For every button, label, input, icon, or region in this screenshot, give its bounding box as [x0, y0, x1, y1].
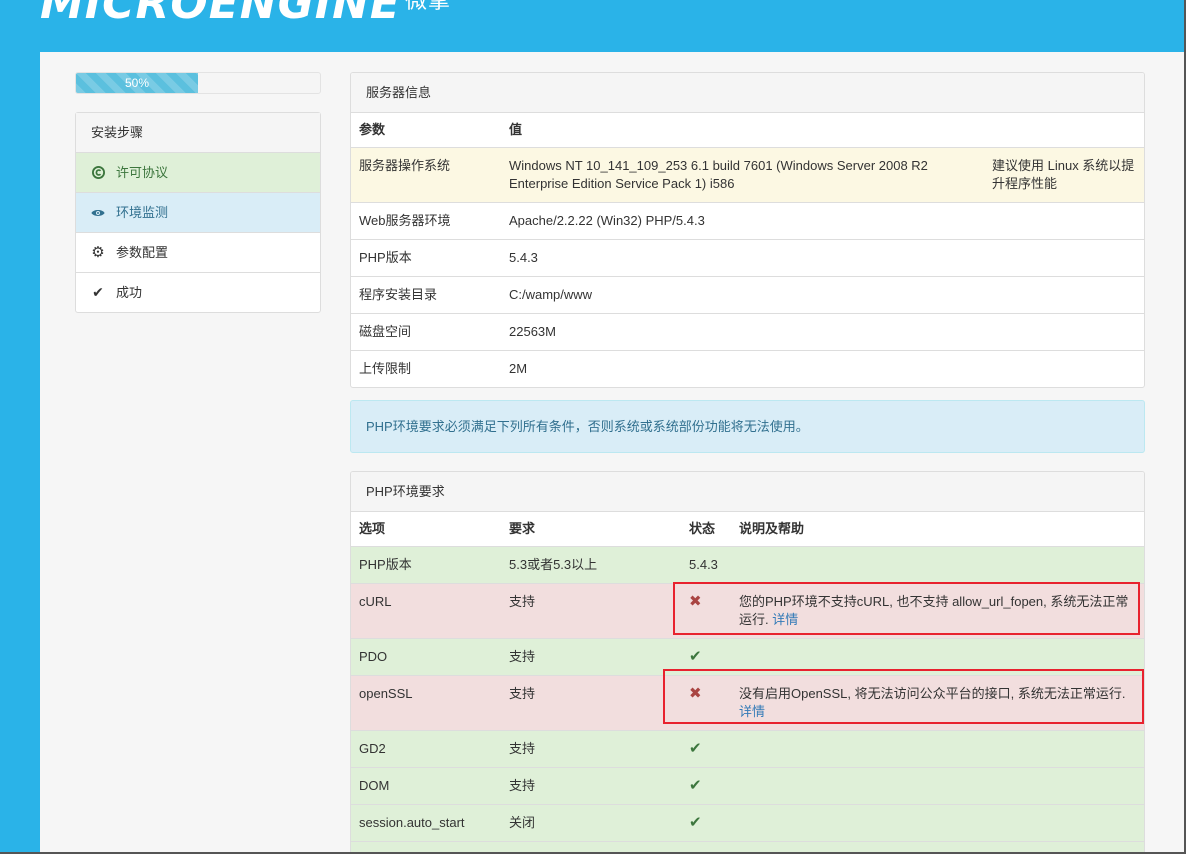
- value-cell: C:/wamp/www: [501, 276, 984, 314]
- table-row: Web服务器环境 Apache/2.2.22 (Win32) PHP/5.4.3: [351, 202, 1144, 240]
- server-info-panel: 服务器信息 参数 值 服务器操作系统 Windows NT 10_141_109…: [350, 72, 1145, 388]
- logo[interactable]: MICROENGINE微擎•••: [40, 0, 489, 29]
- note-cell: 建议使用 Linux 系统以提升程序性能: [984, 147, 1144, 203]
- progress-bar: 50%: [76, 73, 198, 93]
- help-cell: [731, 730, 1144, 768]
- main-content: 50% 安装步骤 许可协议 环境监测 ⚙ 参数配置 ✔ 成功 服务器信息 参数 …: [40, 52, 1184, 852]
- option-cell: PHP版本: [351, 546, 501, 584]
- col-help: 说明及帮助: [739, 521, 805, 536]
- table-row: PHP版本 5.4.3: [351, 239, 1144, 277]
- note-cell: [984, 202, 1144, 240]
- eye-icon: [91, 208, 105, 218]
- table-row: 关闭 ✔: [351, 841, 1144, 852]
- status-cell: ✔: [681, 730, 731, 768]
- requirement-cell: 支持: [501, 767, 681, 805]
- step-label: 许可协议: [116, 165, 169, 180]
- table-header: 参数 值: [351, 113, 1144, 148]
- note-cell: [984, 313, 1144, 351]
- note-cell: [984, 239, 1144, 277]
- check-icon: ✔: [689, 777, 702, 794]
- note-cell: [984, 350, 1144, 387]
- option-cell: GD2: [351, 730, 501, 768]
- col-param: 参数: [359, 122, 386, 137]
- gear-icon: ⚙: [91, 244, 105, 261]
- copyright-icon: [91, 166, 105, 179]
- requirement-cell: 关闭: [501, 804, 681, 842]
- param-cell: 程序安装目录: [351, 276, 501, 314]
- status-cell: ✔: [681, 804, 731, 842]
- logo-text: MICROENGINE: [40, 0, 401, 29]
- app-frame: MICROENGINE微擎••• 50% 安装步骤 许可协议 环境监测 ⚙ 参数…: [0, 0, 1186, 854]
- requirement-cell: 5.3或者5.3以上: [501, 546, 681, 584]
- table-row: GD2 支持 ✔: [351, 730, 1144, 768]
- requirement-cell: 关闭: [501, 841, 681, 852]
- check-icon: ✔: [689, 740, 702, 757]
- logo-cn: 微擎: [404, 0, 451, 14]
- server-info-title: 服务器信息: [351, 73, 1144, 113]
- steps-title: 安装步骤: [76, 113, 320, 153]
- install-steps: 安装步骤 许可协议 环境监测 ⚙ 参数配置 ✔ 成功: [75, 112, 321, 313]
- value-cell: 22563M: [501, 313, 984, 351]
- param-cell: PHP版本: [351, 239, 501, 277]
- col-status: 状态: [689, 521, 716, 536]
- step-success[interactable]: ✔ 成功: [76, 273, 320, 312]
- col-requirement: 要求: [509, 521, 536, 536]
- table-row: 服务器操作系统 Windows NT 10_141_109_253 6.1 bu…: [351, 147, 1144, 203]
- requirement-cell: 支持: [501, 675, 681, 731]
- requirement-cell: 支持: [501, 730, 681, 768]
- param-cell: 服务器操作系统: [351, 147, 501, 203]
- table-row: DOM 支持 ✔: [351, 767, 1144, 805]
- param-cell: 磁盘空间: [351, 313, 501, 351]
- status-cell: ✔: [681, 767, 731, 805]
- install-progress: 50%: [75, 72, 321, 94]
- step-config[interactable]: ⚙ 参数配置: [76, 233, 320, 273]
- requirement-cell: 支持: [501, 583, 681, 639]
- col-note: [984, 113, 1144, 148]
- step-label: 参数配置: [116, 245, 169, 260]
- option-cell: openSSL: [351, 675, 501, 731]
- check-icon: ✔: [689, 814, 702, 831]
- option-cell: DOM: [351, 767, 501, 805]
- step-label: 环境监测: [116, 205, 169, 220]
- requirement-cell: 支持: [501, 638, 681, 676]
- note-cell: [984, 276, 1144, 314]
- col-option: 选项: [359, 521, 386, 536]
- step-license[interactable]: 许可协议: [76, 153, 320, 193]
- table-header: 选项 要求 状态 说明及帮助: [351, 512, 1144, 547]
- table-row: 程序安装目录 C:/wamp/www: [351, 276, 1144, 314]
- table-row: PHP版本 5.3或者5.3以上 5.4.3: [351, 546, 1144, 584]
- table-row: 上传限制 2M: [351, 350, 1144, 387]
- option-cell: PDO: [351, 638, 501, 676]
- php-env-title: PHP环境要求: [351, 472, 1144, 512]
- server-info-table: 参数 值 服务器操作系统 Windows NT 10_141_109_253 6…: [351, 113, 1144, 387]
- help-cell: [731, 841, 1144, 852]
- step-env-check[interactable]: 环境监测: [76, 193, 320, 233]
- logo-dots: •••: [451, 0, 489, 5]
- help-cell: [731, 546, 1144, 584]
- check-icon: ✔: [689, 648, 702, 665]
- col-value: 值: [509, 122, 523, 137]
- help-cell: [731, 767, 1144, 805]
- value-cell: 5.4.3: [501, 239, 984, 277]
- value-cell: Apache/2.2.22 (Win32) PHP/5.4.3: [501, 202, 984, 240]
- highlight-box-openssl: [663, 669, 1144, 724]
- option-cell: session.auto_start: [351, 804, 501, 842]
- php-requirement-alert: PHP环境要求必须满足下列所有条件，否则系统或系统部份功能将无法使用。: [350, 400, 1145, 453]
- highlight-box-curl: [673, 582, 1140, 635]
- status-cell: 5.4.3: [681, 546, 731, 584]
- status-cell: ✔: [681, 841, 731, 852]
- step-label: 成功: [116, 285, 143, 300]
- php-env-panel: PHP环境要求 选项 要求 状态 说明及帮助 PHP版本 5.3或者5.3以上 …: [350, 471, 1145, 852]
- option-cell: [351, 841, 501, 852]
- check-icon: ✔: [689, 851, 702, 852]
- value-cell: Windows NT 10_141_109_253 6.1 build 7601…: [501, 147, 984, 203]
- table-row: session.auto_start 关闭 ✔: [351, 804, 1144, 842]
- value-cell: 2M: [501, 350, 984, 387]
- option-cell: cURL: [351, 583, 501, 639]
- check-icon: ✔: [92, 284, 104, 300]
- param-cell: Web服务器环境: [351, 202, 501, 240]
- help-cell: [731, 804, 1144, 842]
- table-row: 磁盘空间 22563M: [351, 313, 1144, 351]
- param-cell: 上传限制: [351, 350, 501, 387]
